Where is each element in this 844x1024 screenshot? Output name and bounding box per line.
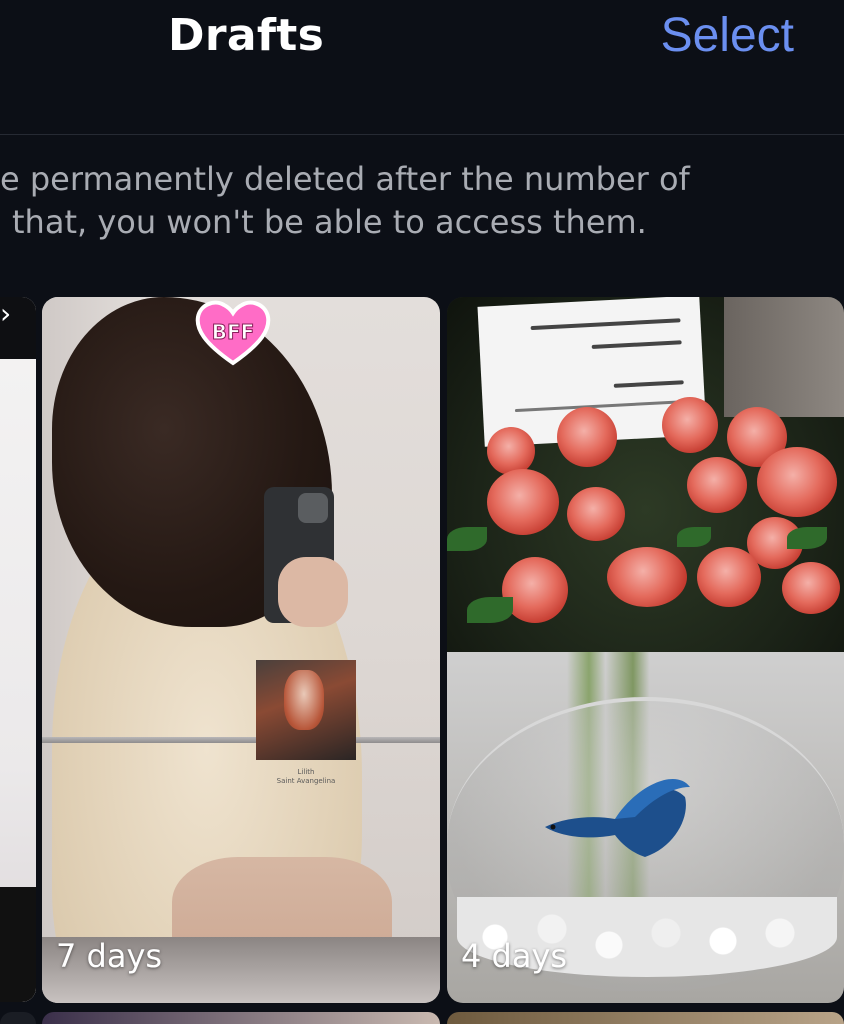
- music-sticker-title: Lilith: [297, 768, 315, 776]
- card-text-line: [613, 380, 684, 388]
- draft-tile-peek[interactable]: [0, 1012, 36, 1024]
- leaf: [787, 527, 827, 549]
- card-text-line: [530, 318, 681, 331]
- days-remaining-label: 7 days: [56, 937, 163, 975]
- bff-sticker-text: BFF: [212, 320, 255, 344]
- rose: [607, 547, 687, 607]
- draft-tile-1[interactable]: BFF Lilith Saint Avangelina 7 days: [42, 297, 440, 1003]
- draft-tile-peek[interactable]: [42, 1012, 440, 1024]
- bff-heart-sticker: BFF: [194, 299, 272, 367]
- music-sticker-artist: Saint Avangelina: [276, 777, 336, 785]
- rose: [557, 407, 617, 467]
- header-divider: [0, 134, 844, 135]
- rose: [782, 562, 840, 614]
- phone-camera: [298, 493, 328, 523]
- photo-betta-fish: [545, 778, 690, 857]
- days-remaining-label: 4 days: [461, 937, 568, 975]
- tile-dark-bottom: [0, 887, 36, 1002]
- card-text-line: [591, 340, 682, 349]
- info-line-2: that, you won't be able to access them.: [12, 203, 647, 241]
- rose: [697, 547, 761, 607]
- draft-tile-2[interactable]: 4 days: [447, 297, 844, 1003]
- rose: [487, 469, 559, 535]
- rose: [757, 447, 837, 517]
- info-line-1: e permanently deleted after the number o…: [0, 160, 690, 198]
- rose: [487, 427, 535, 475]
- nav-header: Drafts Select: [0, 0, 844, 134]
- select-button[interactable]: Select: [661, 8, 794, 63]
- draft-tile-partial-left[interactable]: [0, 297, 36, 1002]
- rose: [567, 487, 625, 541]
- photo-mirror-edge: [42, 737, 440, 743]
- photo-curtain: [724, 297, 844, 417]
- page-title: Drafts: [168, 10, 325, 61]
- album-art-figure: [284, 670, 324, 730]
- rose: [687, 457, 747, 513]
- chevron-right-icon: ›: [0, 297, 12, 330]
- leaf: [447, 527, 487, 551]
- draft-tile-peek[interactable]: [447, 1012, 844, 1024]
- photo-hand: [278, 557, 348, 627]
- music-sticker-artwork: [256, 660, 356, 760]
- rose: [662, 397, 718, 453]
- drafts-screen: Drafts Select e permanently deleted afte…: [0, 0, 844, 1024]
- leaf: [467, 597, 513, 623]
- leaf: [677, 527, 711, 547]
